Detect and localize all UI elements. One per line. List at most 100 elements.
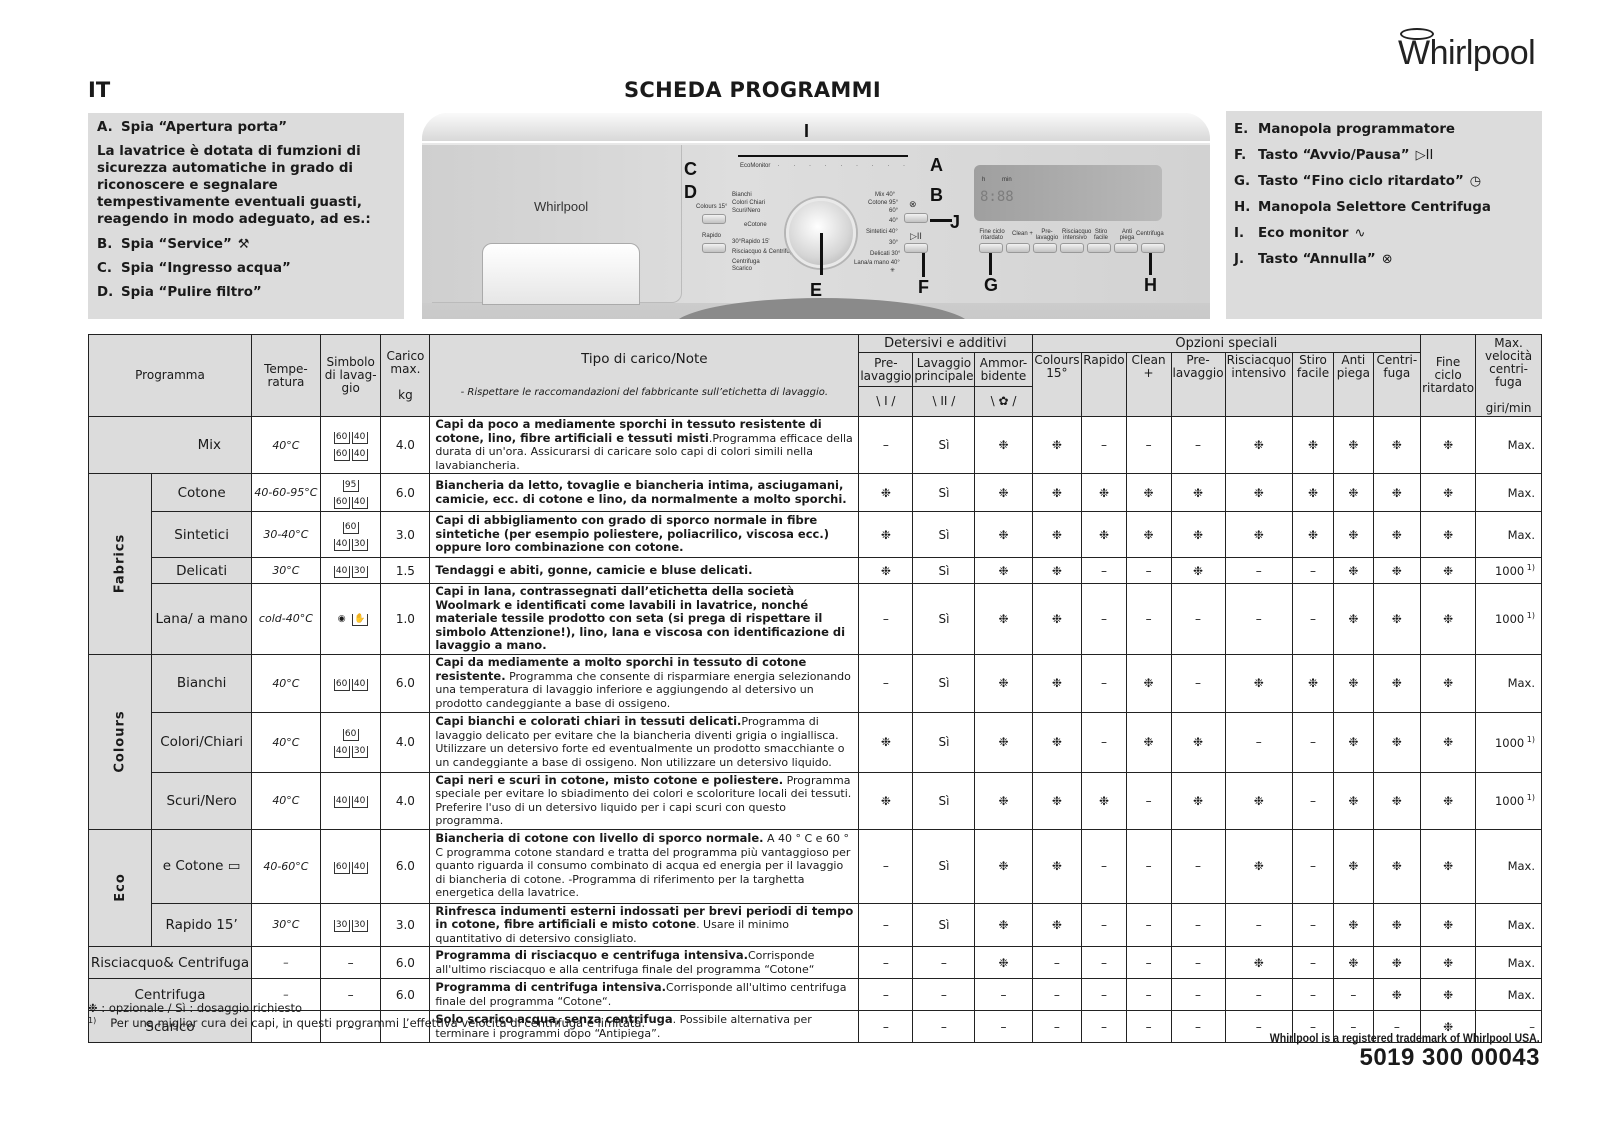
option-cell: ❉	[1224, 771, 1293, 830]
eco-monitor-dots: · · · · · · · · · ·	[762, 163, 911, 169]
option-cell: –	[858, 828, 914, 904]
page-title: SCHEDA PROGRAMMI	[624, 78, 881, 102]
max-load: 4.0	[380, 711, 431, 773]
option-cell: ❉	[1420, 902, 1477, 947]
max-load: 6.0	[380, 653, 431, 713]
program-name: Sintetici	[151, 511, 252, 558]
option-cell: ❉	[1081, 511, 1127, 558]
cancel-circle-x-icon: ⊗	[1381, 251, 1393, 267]
table-row: Scuri/Nero 40°C 40 40 4.0 Capi neri e scuri i…	[89, 771, 1542, 830]
fine-ciclo-button[interactable]	[979, 243, 1003, 253]
program-name: Lana/ a mano	[151, 583, 252, 655]
option-cell: ❉	[1333, 828, 1374, 904]
dial-label-ecotone: eCotone	[744, 222, 767, 228]
wash-symbols: ◉ ✋	[319, 583, 382, 655]
option-cell: –	[1125, 416, 1172, 474]
wash-temp-40-icon: 40	[351, 449, 368, 461]
option-cell: ❉	[858, 511, 914, 558]
wash-temp-60-icon: 60	[333, 678, 350, 691]
mainwash-compartment-icon: \ II /	[912, 386, 976, 417]
max-load: 4.0	[380, 416, 431, 474]
callout-d: D	[684, 182, 697, 202]
dial-label-cold: ✳	[890, 268, 896, 274]
load-notes: Programma di risciacquo e centrifuga int…	[429, 946, 860, 979]
hand-wash-icon: ✋	[351, 614, 368, 627]
option-cell: ❉	[1291, 473, 1335, 512]
load-notes: Capi di abbigliamento con grado di sporc…	[429, 511, 860, 558]
option-cell: ❉	[1031, 583, 1083, 655]
wash-temp-60-icon: 60	[333, 432, 350, 444]
col-det-ammorbidente: Ammor-bidente	[974, 352, 1033, 387]
prelavaggio-button[interactable]	[1033, 243, 1057, 253]
option-cell: –	[1224, 711, 1293, 773]
max-spin: Max.	[1475, 511, 1542, 558]
option-cell: ❉	[974, 828, 1033, 904]
rapido-button[interactable]	[702, 243, 726, 253]
clean-button[interactable]	[1006, 243, 1030, 253]
legend-item-f: F. Tasto “Avvio/Pausa” ▷II	[1234, 147, 1434, 163]
start-pause-button[interactable]	[904, 243, 928, 253]
cancel-button[interactable]	[904, 213, 928, 223]
table-row: Eco e Cotone ▭ 40-60°C 60 40 6.0 Biancheria di…	[87, 828, 1542, 947]
option-cell: –	[1125, 771, 1172, 830]
option-cell: ❉	[1372, 511, 1422, 558]
col-fine-ciclo: Fine ciclo ritardato	[1420, 334, 1477, 417]
col-det-principale: Lavaggio principale	[912, 352, 976, 387]
option-cell: –	[1125, 978, 1172, 1011]
display-digits: 8:88	[980, 189, 1014, 205]
dial-label-delicati: Delicati 30°	[870, 251, 901, 257]
option-cell: ❉	[1031, 653, 1083, 713]
risciacquo-button[interactable]	[1060, 243, 1084, 253]
option-cell: –	[1081, 946, 1127, 979]
callout-i: I	[804, 121, 810, 141]
option-cell: ❉	[1031, 416, 1083, 474]
option-cell: ❉	[1372, 416, 1422, 474]
col-opt-centrifuga: Centri-fuga	[1372, 352, 1422, 417]
option-cell: ❉	[974, 771, 1033, 830]
option-cell: ❉	[1170, 511, 1226, 558]
detergent-drawer-handle	[482, 243, 640, 305]
wash-temp-40-icon: 40	[333, 538, 350, 551]
table-row: Colori/Chiari 40°C 60 40 30 4.0 Capi bianchi e…	[89, 711, 1542, 773]
load-notes: Programma di centrifuga intensiva.Corris…	[429, 978, 860, 1011]
wash-temp-60-icon: 60	[342, 521, 359, 534]
load-notes: Biancheria da letto, tovaglie e biancher…	[429, 473, 860, 512]
max-load: 6.0	[380, 978, 431, 1011]
option-cell: –	[1125, 828, 1172, 904]
program-name: e Cotone ▭	[151, 828, 252, 904]
option-cell: –	[1081, 653, 1127, 713]
option-cell: ❉	[1372, 771, 1422, 830]
legend-left: A. Spia “Apertura porta” La lavatrice è d…	[88, 113, 404, 319]
washing-machine-panel-illustration: Whirlpool EcoMonitor · · · · · · · · · ·…	[422, 113, 1210, 319]
option-cell: –	[1291, 946, 1335, 979]
option-cell: –	[1291, 583, 1335, 655]
option-cell: ❉	[1125, 511, 1172, 558]
max-spin: Max.	[1475, 978, 1542, 1011]
option-cell: ❉	[1333, 583, 1374, 655]
option-cell: ❉	[974, 946, 1033, 979]
col-opt-antipiega: Anti piega	[1333, 352, 1374, 417]
max-spin: Max.	[1475, 416, 1542, 474]
option-cell: ❉	[858, 771, 914, 830]
colours-15-button[interactable]	[702, 214, 726, 224]
option-cell: ❉	[1333, 473, 1374, 512]
centrifuga-button[interactable]	[1141, 243, 1165, 253]
option-cell: –	[1333, 978, 1374, 1011]
program-name: Cotone	[151, 473, 252, 512]
col-det-prelavaggio: Pre-lavaggio	[858, 352, 914, 387]
wash-symbols: 60 40	[319, 828, 382, 904]
anti-piega-button[interactable]	[1114, 243, 1138, 253]
option-cell: ❉	[974, 416, 1033, 474]
wash-temp-30-icon: 30	[351, 566, 368, 578]
option-cell: ❉	[1372, 473, 1422, 512]
table-row: Mix 40°C 60 40 60 40 4.0 Capi da poco a mediame…	[88, 416, 1542, 474]
stiro-button[interactable]	[1087, 243, 1111, 253]
temperature: 30°C	[251, 902, 321, 947]
option-cell: ❉	[1291, 511, 1335, 558]
option-cell: ❉	[1031, 711, 1083, 773]
temperature: cold-40°C	[251, 583, 321, 655]
wash-temp-60-icon: 60	[342, 729, 359, 741]
program-name: Scuri/Nero	[151, 771, 252, 830]
option-cell: –	[1081, 583, 1127, 655]
option-cell: –	[858, 902, 914, 947]
